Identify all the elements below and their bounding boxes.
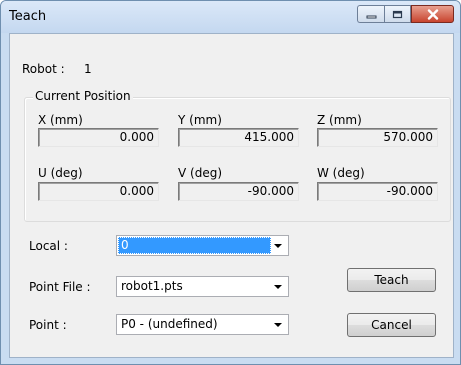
u-label: U (deg) [38, 166, 83, 180]
point-value: P0 - (undefined) [121, 317, 218, 331]
minimize-icon [366, 15, 376, 18]
local-selected-value: 0 [118, 237, 271, 254]
maximize-button[interactable] [384, 5, 411, 23]
y-label: Y (mm) [178, 113, 222, 127]
point-select[interactable]: P0 - (undefined) [116, 314, 289, 335]
window-controls [357, 5, 454, 25]
minimize-button[interactable] [357, 5, 384, 23]
point-file-value: robot1.pts [121, 279, 183, 293]
point-file-label: Point File : [29, 280, 91, 294]
robot-label: Robot : [22, 62, 65, 76]
current-position-title: Current Position [33, 89, 133, 103]
teach-button[interactable]: Teach [347, 268, 436, 292]
robot-value: 1 [84, 62, 92, 76]
v-label: V (deg) [178, 166, 223, 180]
y-value: 415.000 [178, 128, 299, 147]
window-title: Teach [9, 9, 47, 24]
point-file-select[interactable]: robot1.pts [116, 276, 289, 297]
point-label: Point : [29, 318, 67, 332]
u-value: 0.000 [38, 182, 159, 201]
close-icon [427, 8, 438, 20]
w-value: -90.000 [317, 182, 438, 201]
chevron-down-icon[interactable] [274, 244, 282, 248]
maximize-icon [392, 10, 403, 18]
x-value: 0.000 [38, 128, 159, 147]
x-label: X (mm) [38, 113, 83, 127]
title-bar[interactable]: Teach [1, 1, 460, 33]
local-label: Local : [29, 239, 68, 253]
v-value: -90.000 [178, 182, 299, 201]
z-value: 570.000 [317, 128, 438, 147]
cancel-button[interactable]: Cancel [347, 313, 436, 337]
w-label: W (deg) [317, 166, 365, 180]
close-button[interactable] [411, 5, 454, 23]
chevron-down-icon[interactable] [274, 285, 282, 289]
local-select[interactable]: 0 [116, 235, 289, 256]
current-position-group [24, 97, 451, 222]
z-label: Z (mm) [317, 113, 362, 127]
chevron-down-icon[interactable] [274, 323, 282, 327]
